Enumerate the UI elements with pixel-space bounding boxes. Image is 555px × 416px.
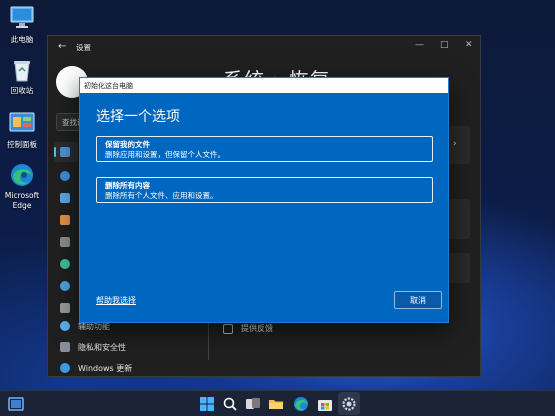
desktop-icon-label: 此电脑 — [10, 35, 34, 44]
start-icon[interactable] — [199, 396, 215, 412]
apps-icon — [60, 237, 70, 247]
feedback-label: 提供反馈 — [241, 324, 273, 333]
brush-icon — [60, 215, 70, 225]
settings-title: 设置 — [76, 43, 91, 52]
windows-update-icon — [60, 363, 70, 373]
show-desktop-icon[interactable] — [8, 396, 24, 412]
desktop-icon-label: 控制面板 — [7, 140, 37, 149]
maximize-icon[interactable]: □ — [440, 40, 449, 50]
edge-icon[interactable] — [293, 396, 309, 412]
desktop-icon-recycle-bin[interactable]: 回收站 — [0, 57, 44, 96]
task-view-icon[interactable] — [245, 396, 261, 412]
accessibility-icon — [60, 321, 70, 331]
chevron-right-icon: › — [453, 139, 457, 149]
dialog-titlebar: 初始化这台电脑 — [80, 78, 448, 93]
bluetooth-icon — [60, 171, 70, 181]
edge-icon — [9, 162, 35, 188]
option-description: 删除应用和设置，但保留个人文件。 — [105, 150, 225, 159]
desktop-icon-this-pc[interactable]: 此电脑 — [0, 6, 44, 45]
reset-pc-dialog: 初始化这台电脑 选择一个选项 保留我的文件 删除应用和设置，但保留个人文件。 删… — [79, 77, 449, 323]
help-me-choose-link[interactable]: 帮助我选择 — [96, 295, 136, 306]
sidebar-item-label: 隐私和安全性 — [78, 342, 126, 352]
file-explorer-icon[interactable] — [268, 396, 284, 412]
cancel-button[interactable]: 取消 — [394, 291, 442, 309]
keep-files-option[interactable]: 保留我的文件 删除应用和设置，但保留个人文件。 — [96, 136, 433, 162]
recovery-card[interactable]: › — [448, 126, 470, 164]
settings-titlebar: ← 设置 — □ ✕ — [48, 36, 480, 58]
option-title: 保留我的文件 — [105, 140, 150, 149]
back-arrow-icon[interactable]: ← — [58, 41, 66, 52]
system-icon — [60, 147, 70, 157]
feedback-link[interactable]: 提供反馈 — [223, 323, 273, 334]
taskbar — [0, 390, 555, 416]
feedback-icon — [223, 323, 233, 334]
sidebar-item-windows-update[interactable]: Windows 更新 — [54, 358, 204, 378]
wifi-icon — [60, 193, 70, 203]
shield-icon — [60, 342, 70, 352]
desktop-icon-edge[interactable]: Microsoft Edge — [0, 162, 44, 211]
close-icon[interactable]: ✕ — [465, 40, 473, 50]
recycle-bin-icon — [9, 57, 35, 83]
sidebar-item-privacy[interactable]: 隐私和安全性 — [54, 337, 204, 357]
sidebar-item-label: Windows 更新 — [78, 363, 133, 373]
dialog-heading: 选择一个选项 — [96, 109, 180, 125]
settings-icon[interactable] — [341, 396, 357, 412]
sidebar-item-system[interactable] — [54, 142, 78, 162]
store-icon[interactable] — [317, 396, 333, 412]
desktop-icon-label: 回收站 — [10, 86, 34, 95]
desktop-icon-control-panel[interactable]: 控制面板 — [0, 111, 44, 150]
remove-everything-option[interactable]: 删除所有内容 删除所有个人文件、应用和设置。 — [96, 177, 433, 203]
control-panel-icon — [9, 111, 35, 137]
desktop-icon-label: Microsoft Edge — [4, 191, 40, 210]
search-icon[interactable] — [222, 396, 238, 412]
option-description: 删除所有个人文件、应用和设置。 — [105, 191, 218, 200]
globe-icon — [60, 281, 70, 291]
reset-card[interactable] — [448, 199, 470, 239]
advanced-startup-card[interactable] — [448, 253, 470, 283]
gamepad-icon — [60, 303, 70, 313]
computer-icon — [9, 6, 35, 32]
account-icon — [60, 259, 70, 269]
minimize-icon[interactable]: — — [415, 40, 424, 50]
option-title: 删除所有内容 — [105, 181, 150, 190]
